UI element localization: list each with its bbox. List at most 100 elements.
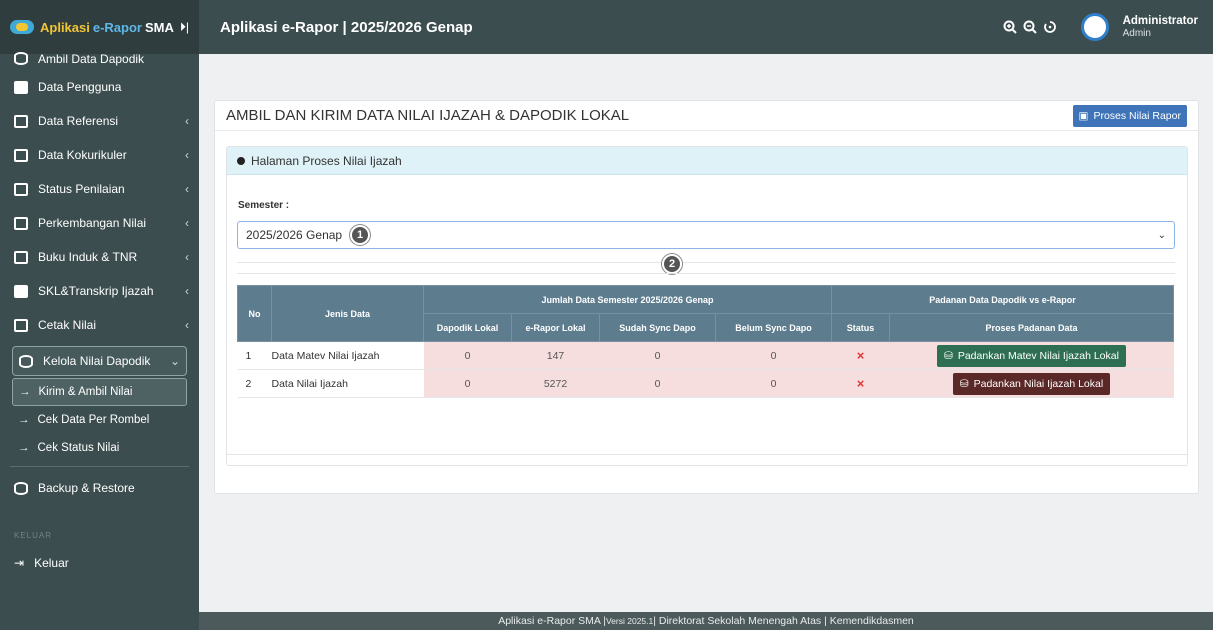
page-header-title: Aplikasi e-Rapor | 2025/2026 Genap	[220, 18, 473, 36]
status-x-icon: ×	[831, 341, 890, 370]
padankan-matev-button[interactable]: ⛁ Padankan Matev Nilai Ijazah Lokal	[937, 344, 1126, 367]
chevron-left-icon: ‹	[185, 182, 189, 196]
monitor-icon	[14, 114, 28, 128]
cell-erapor: 147	[511, 341, 600, 370]
tablet-icon	[14, 148, 28, 162]
sidebar-item-data-pengguna[interactable]: Data Pengguna	[0, 70, 199, 104]
cell-jenis: Data Nilai Ijazah	[271, 369, 424, 398]
cell-dapodik: 0	[423, 341, 512, 370]
sidebar-sub-cek-data-per-rombel[interactable]: → Cek Data Per Rombel	[0, 406, 199, 434]
avatar[interactable]	[1080, 13, 1109, 41]
chevron-down-icon: ⌄	[1157, 229, 1166, 241]
table-header-belum: Belum Sync Dapo	[715, 313, 832, 342]
table-header-dapodik: Dapodik Lokal	[423, 313, 512, 342]
table-row: 2 Data Nilai Ijazah 0 5272 0 0 × ⛁ Padan…	[237, 369, 1174, 398]
table-icon: ▣	[1078, 109, 1089, 122]
database-icon	[14, 481, 28, 495]
reset-zoom-icon[interactable]	[1043, 20, 1057, 34]
status-x-icon: ×	[831, 369, 890, 398]
bullet-icon	[237, 156, 245, 165]
chevron-left-icon: ‹	[185, 114, 189, 128]
sidebar-item-skl-transkrip[interactable]: SKL&Transkrip Ijazah ‹	[0, 274, 199, 308]
main-card: AMBIL DAN KIRIM DATA NILAI IJAZAH & DAPO…	[214, 100, 1199, 494]
divider	[227, 454, 1187, 455]
arrow-right-icon: →	[19, 386, 31, 398]
sidebar-item-kelola-nilai-dapodik[interactable]: Kelola Nilai Dapodik ⌄	[12, 346, 187, 376]
chevron-left-icon: ‹	[185, 216, 189, 230]
inner-panel-header: Halaman Proses Nilai Ijazah	[227, 147, 1187, 175]
table-header-status: Status	[831, 313, 890, 342]
database-icon: ⛁	[944, 349, 953, 362]
toolbar-icons	[1003, 20, 1057, 34]
sidebar-item-ambil-data-dapodik[interactable]: Ambil Data Dapodik	[0, 52, 199, 70]
arrow-right-icon: →	[18, 442, 30, 454]
sidebar-sub-kirim-ambil-nilai[interactable]: → Kirim & Ambil Nilai	[12, 378, 187, 406]
cell-aksi: ⛁ Padankan Nilai Ijazah Lokal	[889, 369, 1174, 398]
sidebar-item-data-referensi[interactable]: Data Referensi ‹	[0, 104, 199, 138]
sidebar-item-data-kokurikuler[interactable]: Data Kokurikuler ‹	[0, 138, 199, 172]
bar-chart-icon	[14, 216, 28, 230]
table-header-sudah: Sudah Sync Dapo	[599, 313, 716, 342]
users-icon	[14, 80, 28, 94]
cell-no: 1	[237, 341, 272, 370]
data-table: No Jenis Data Jumlah Data Semester 2025/…	[237, 285, 1174, 398]
user-menu[interactable]: Administrator Admin	[1123, 15, 1198, 39]
divider	[237, 262, 1175, 263]
cell-sudah: 0	[599, 369, 716, 398]
chevron-left-icon: ‹	[185, 250, 189, 264]
footer: Aplikasi e-Rapor SMA | Versi 2025.1 | Di…	[199, 612, 1213, 630]
table-header-no: No	[237, 285, 272, 342]
table-header-jenis: Jenis Data	[271, 285, 424, 342]
page-title: AMBIL DAN KIRIM DATA NILAI IJAZAH & DAPO…	[226, 107, 630, 124]
brand-title: Aplikasi e-Rapor SMA	[40, 19, 174, 35]
zoom-in-icon[interactable]	[1003, 20, 1017, 34]
database-icon	[19, 354, 33, 368]
sidebar-sub-cek-status-nilai[interactable]: → Cek Status Nilai	[0, 434, 199, 462]
table-header-proses: Proses Padanan Data	[889, 313, 1174, 342]
cell-erapor: 5272	[511, 369, 600, 398]
cell-sudah: 0	[599, 341, 716, 370]
inner-panel: Halaman Proses Nilai Ijazah Semester : 2…	[226, 146, 1188, 466]
step-badge-1: 1	[350, 225, 370, 245]
semester-select[interactable]: 2025/2026 Genap 1 ⌄	[237, 221, 1175, 249]
arrow-right-icon: →	[18, 414, 30, 426]
zoom-out-icon[interactable]	[1023, 20, 1037, 34]
sidebar: Aplikasi e-Rapor SMA ⏵| Ambil Data Dapod…	[0, 0, 199, 630]
cell-jenis: Data Matev Nilai Ijazah	[271, 341, 424, 370]
semester-label: Semester :	[238, 200, 290, 211]
sidebar-item-buku-induk[interactable]: Buku Induk & TNR ‹	[0, 240, 199, 274]
divider	[237, 273, 1175, 274]
printer-icon	[14, 318, 28, 332]
sidebar-item-backup-restore[interactable]: Backup & Restore	[0, 471, 199, 505]
cell-no: 2	[237, 369, 272, 398]
topbar: Aplikasi e-Rapor | 2025/2026 Genap Admin…	[199, 0, 1213, 54]
padankan-nilai-ijazah-button[interactable]: ⛁ Padankan Nilai Ijazah Lokal	[952, 372, 1111, 395]
sidebar-item-perkembangan-nilai[interactable]: Perkembangan Nilai ‹	[0, 206, 199, 240]
card-header: AMBIL DAN KIRIM DATA NILAI IJAZAH & DAPO…	[215, 101, 1198, 131]
sidebar-toggle-icon[interactable]: ⏵|	[180, 20, 189, 35]
sidebar-item-status-penilaian[interactable]: Status Penilaian ‹	[0, 172, 199, 206]
cell-aksi: ⛁ Padankan Matev Nilai Ijazah Lokal	[889, 341, 1174, 370]
chevron-left-icon: ‹	[185, 148, 189, 162]
table-header-group-jumlah: Jumlah Data Semester 2025/2026 Genap	[423, 285, 832, 314]
brand: Aplikasi e-Rapor SMA ⏵|	[0, 0, 199, 54]
sidebar-section-header: KELUAR	[14, 531, 53, 540]
step-badge-2: 2	[662, 254, 682, 274]
file-icon	[14, 284, 28, 298]
app-logo	[10, 20, 34, 34]
cell-dapodik: 0	[423, 369, 512, 398]
cell-belum: 0	[715, 369, 832, 398]
database-icon: ⛁	[959, 377, 969, 390]
chevron-down-icon: ⌄	[169, 354, 180, 368]
book-icon	[14, 250, 28, 264]
sidebar-item-cetak-nilai[interactable]: Cetak Nilai ‹	[0, 308, 199, 342]
table-header-group-padanan: Padanan Data Dapodik vs e-Rapor	[831, 285, 1174, 314]
chevron-left-icon: ‹	[185, 318, 189, 332]
database-icon	[14, 52, 28, 65]
table-header-erapor: e-Rapor Lokal	[511, 313, 600, 342]
proses-nilai-rapor-button[interactable]: ▣ Proses Nilai Rapor	[1072, 104, 1187, 127]
sidebar-item-keluar[interactable]: ⇥ Keluar	[0, 546, 199, 580]
cell-belum: 0	[715, 341, 832, 370]
logout-icon: ⇥	[14, 556, 25, 570]
chevron-left-icon: ‹	[185, 284, 189, 298]
